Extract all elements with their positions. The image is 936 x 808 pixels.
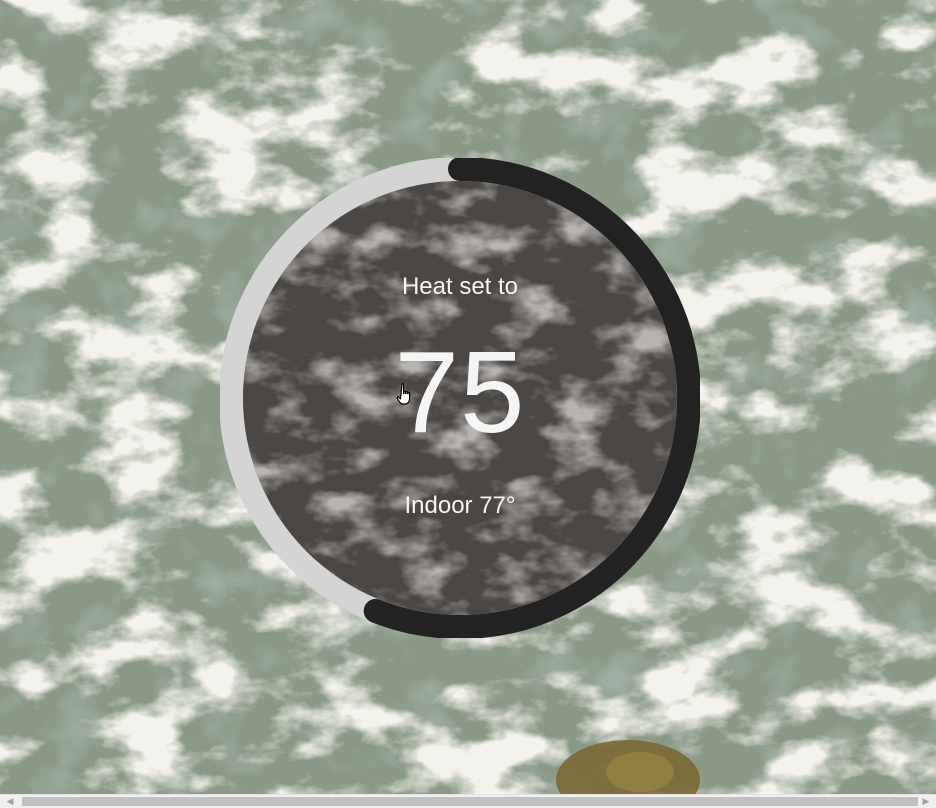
mode-label: Heat set to	[401, 273, 519, 300]
scrollbar-thumb[interactable]	[22, 797, 918, 806]
horizontal-scrollbar[interactable]: ◀ ▶	[0, 794, 936, 808]
arrow-left-icon[interactable]: ◀	[2, 795, 18, 808]
thermostat-dial[interactable]: Heat set to 75 Indoor 77°	[220, 158, 700, 638]
hand-pointer-icon	[396, 383, 411, 405]
page-viewport: Heat set to 75 Indoor 77° ◀ ▶	[0, 0, 936, 808]
setpoint-temperature[interactable]: 75	[220, 334, 700, 450]
indoor-temperature: Indoor 77°	[404, 492, 516, 519]
arrow-right-icon[interactable]: ▶	[918, 795, 934, 808]
